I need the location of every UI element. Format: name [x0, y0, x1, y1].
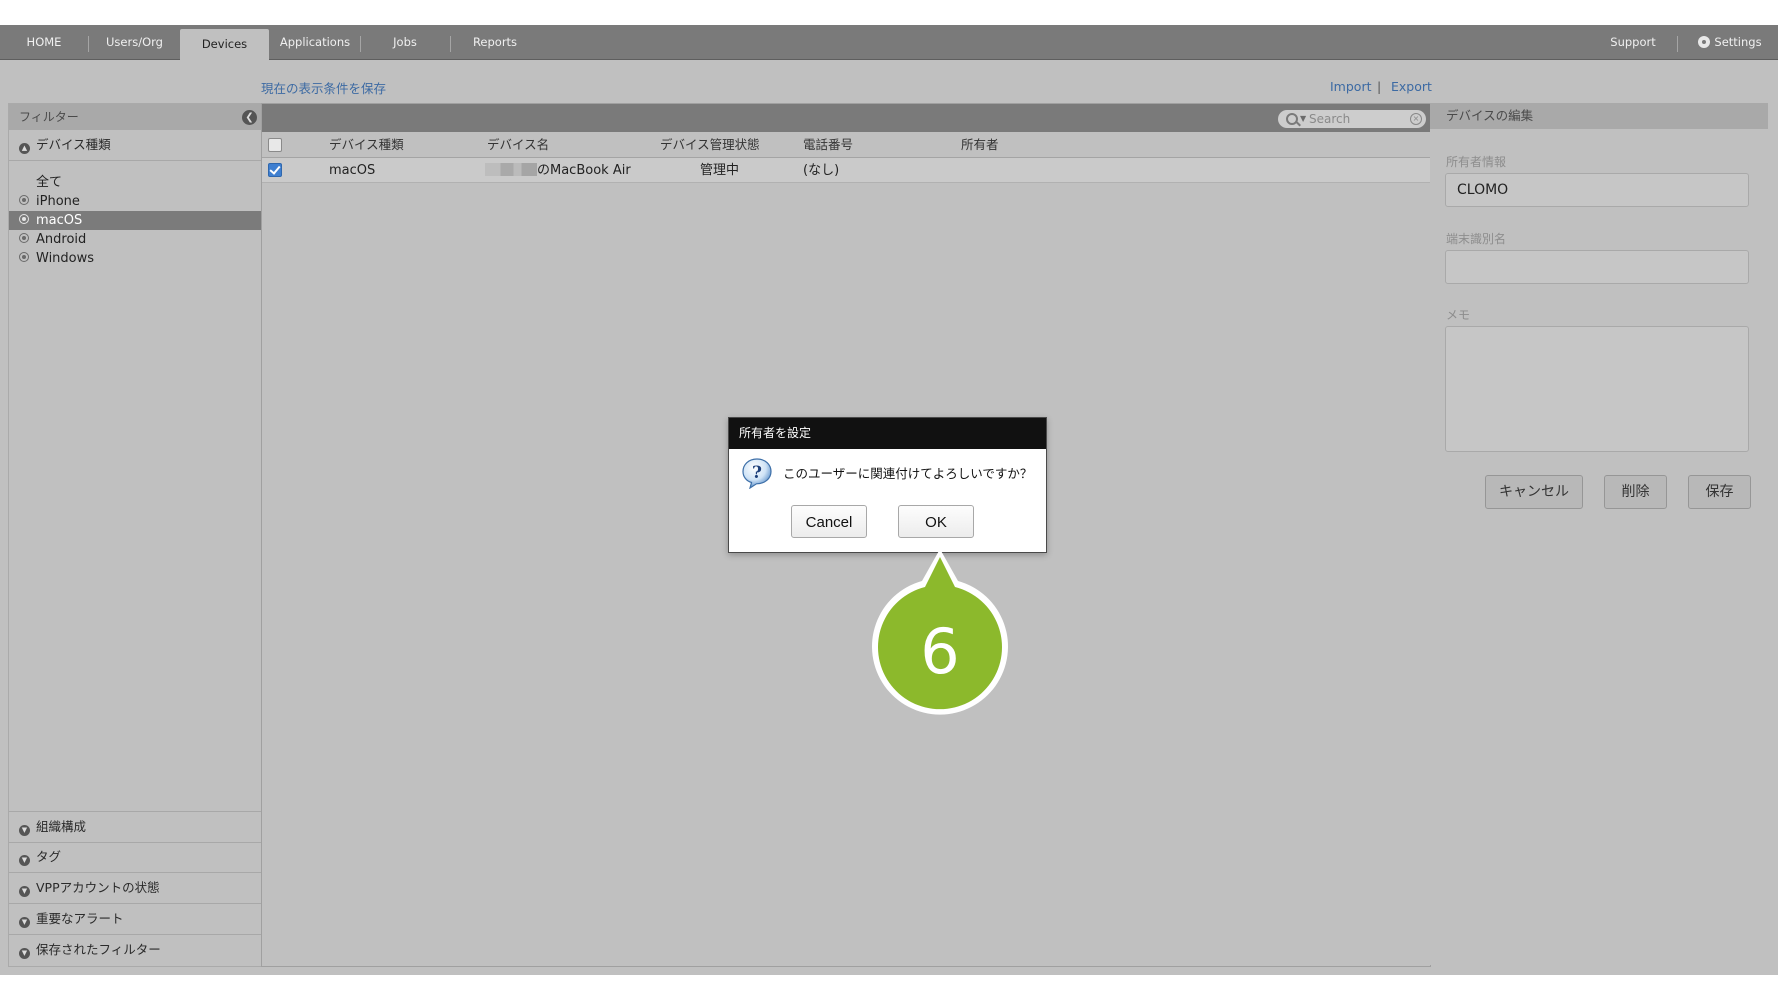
dialog-title-bar: 所有者を設定: [729, 418, 1046, 449]
device-name-text: のMacBook Air: [537, 163, 631, 178]
alias-label: 端末識別名: [1446, 232, 1507, 246]
redacted-name: [485, 163, 537, 176]
section-org-structure[interactable]: ▼ 組織構成: [9, 811, 261, 843]
question-icon: ?: [742, 458, 772, 489]
step-callout: 6: [872, 549, 1008, 715]
chevron-down-icon: ▼: [19, 948, 30, 959]
gear-icon: [1698, 36, 1711, 48]
chevron-down-icon: ▼: [19, 825, 30, 836]
section-label: デバイス種類: [36, 137, 111, 152]
section-label: 組織構成: [36, 819, 87, 834]
memo-textarea[interactable]: [1445, 326, 1749, 452]
svg-text:?: ?: [752, 463, 762, 483]
list-toolbar: ▼ Search ×: [262, 104, 1430, 132]
radio-icon: [19, 233, 29, 243]
col-management-state[interactable]: デバイス管理状態: [660, 132, 760, 157]
cancel-button[interactable]: キャンセル: [1485, 475, 1583, 509]
save-view-link[interactable]: 現在の表示条件を保存: [261, 78, 386, 97]
section-saved-filters[interactable]: ▼ 保存されたフィルター: [9, 935, 261, 965]
export-link[interactable]: Export: [1391, 79, 1432, 94]
filter-item-all[interactable]: 全て: [9, 173, 261, 192]
import-link[interactable]: Import: [1330, 79, 1372, 94]
section-critical-alerts[interactable]: ▼ 重要なアラート: [9, 904, 261, 935]
dropdown-caret-icon: ▼: [1300, 114, 1307, 123]
step-number: 6: [920, 615, 959, 688]
select-all-checkbox[interactable]: [268, 138, 282, 152]
col-device-name[interactable]: デバイス名: [487, 132, 549, 157]
collapse-left-icon[interactable]: ❮: [242, 110, 257, 125]
delete-button[interactable]: 削除: [1604, 475, 1667, 509]
link-separator: |: [1377, 79, 1382, 94]
filter-item-label: Windows: [36, 251, 95, 266]
cell-management-state: 管理中: [700, 163, 740, 178]
cell-device-name: のMacBook Air: [485, 158, 631, 183]
search-icon: [1286, 113, 1298, 125]
section-label: VPPアカウントの状態: [36, 880, 160, 895]
section-label: タグ: [36, 849, 62, 864]
search-input[interactable]: ▼ Search ×: [1278, 110, 1426, 128]
device-edit-panel: デバイスの編集 所有者情報 CLOMO 端末識別名 メモ キャンセル 削除 保存: [1430, 103, 1768, 965]
nav-reports[interactable]: Reports: [451, 25, 539, 59]
radio-icon: [19, 195, 29, 205]
filter-item-label: 全て: [36, 175, 63, 190]
col-owner[interactable]: 所有者: [961, 132, 999, 157]
chevron-up-icon: ▲: [19, 143, 30, 154]
cell-device-type: macOS: [329, 163, 376, 178]
filter-item-android[interactable]: Android: [9, 230, 261, 249]
row-checkbox[interactable]: [268, 163, 282, 177]
owner-field[interactable]: CLOMO: [1445, 173, 1749, 207]
filter-item-label: iPhone: [36, 194, 80, 209]
table-row[interactable]: macOS のMacBook Air 管理中 (なし): [262, 158, 1430, 183]
owner-label: 所有者情報: [1446, 155, 1507, 169]
nav-settings-label: Settings: [1714, 35, 1762, 49]
filter-panel: フィルター ❮ ▲ デバイス種類 全て iPhone macOS Android …: [8, 103, 262, 967]
table-header: デバイス種類 デバイス名 デバイス管理状態 電話番号 所有者: [262, 132, 1430, 158]
confirm-dialog: 所有者を設定 ? このユーザーに関連付けてよろしいですか？ Cancel OK: [728, 417, 1047, 553]
section-label: 保存されたフィルター: [36, 942, 161, 957]
save-button[interactable]: 保存: [1688, 475, 1751, 509]
dialog-title: 所有者を設定: [739, 426, 812, 440]
chevron-down-icon: ▼: [19, 886, 30, 897]
col-phone[interactable]: 電話番号: [803, 132, 853, 157]
radio-icon: [19, 252, 29, 262]
memo-label: メモ: [1446, 308, 1471, 322]
cell-phone: (なし): [803, 163, 840, 178]
section-label: 重要なアラート: [36, 911, 124, 926]
dialog-message: このユーザーに関連付けてよろしいですか？: [783, 466, 1033, 481]
nav-devices[interactable]: Devices: [180, 29, 269, 60]
alias-field[interactable]: [1445, 250, 1749, 284]
chevron-down-icon: ▼: [19, 917, 30, 928]
chevron-down-icon: ▼: [19, 855, 30, 866]
nav-settings[interactable]: Settings: [1688, 25, 1772, 59]
edit-header: デバイスの編集: [1430, 103, 1768, 129]
dialog-cancel-button[interactable]: Cancel: [791, 505, 867, 538]
filter-item-iphone[interactable]: iPhone: [9, 192, 261, 211]
top-nav: HOME Users/Org Devices Applications Jobs…: [0, 25, 1778, 60]
search-placeholder: Search: [1309, 112, 1351, 126]
filter-item-label: Android: [36, 232, 87, 247]
filter-item-label: macOS: [36, 213, 83, 228]
nav-divider: [1677, 36, 1678, 52]
clear-search-icon[interactable]: ×: [1410, 113, 1422, 125]
dialog-ok-button[interactable]: OK: [898, 505, 974, 538]
filter-item-windows[interactable]: Windows: [9, 249, 261, 268]
nav-home[interactable]: HOME: [0, 25, 88, 59]
radio-icon: [19, 214, 29, 224]
section-vpp-status[interactable]: ▼ VPPアカウントの状態: [9, 873, 261, 904]
col-device-type[interactable]: デバイス種類: [329, 132, 404, 157]
nav-jobs[interactable]: Jobs: [361, 25, 449, 59]
nav-users-org[interactable]: Users/Org: [89, 25, 180, 59]
section-tags[interactable]: ▼ タグ: [9, 842, 261, 873]
filter-header: フィルター ❮: [9, 104, 261, 130]
edit-title: デバイスの編集: [1446, 108, 1534, 123]
section-device-type[interactable]: ▲ デバイス種類: [9, 130, 261, 161]
filter-title: フィルター: [19, 110, 79, 124]
filter-item-macos[interactable]: macOS: [9, 211, 261, 230]
nav-support[interactable]: Support: [1595, 25, 1671, 59]
nav-applications[interactable]: Applications: [270, 25, 360, 59]
